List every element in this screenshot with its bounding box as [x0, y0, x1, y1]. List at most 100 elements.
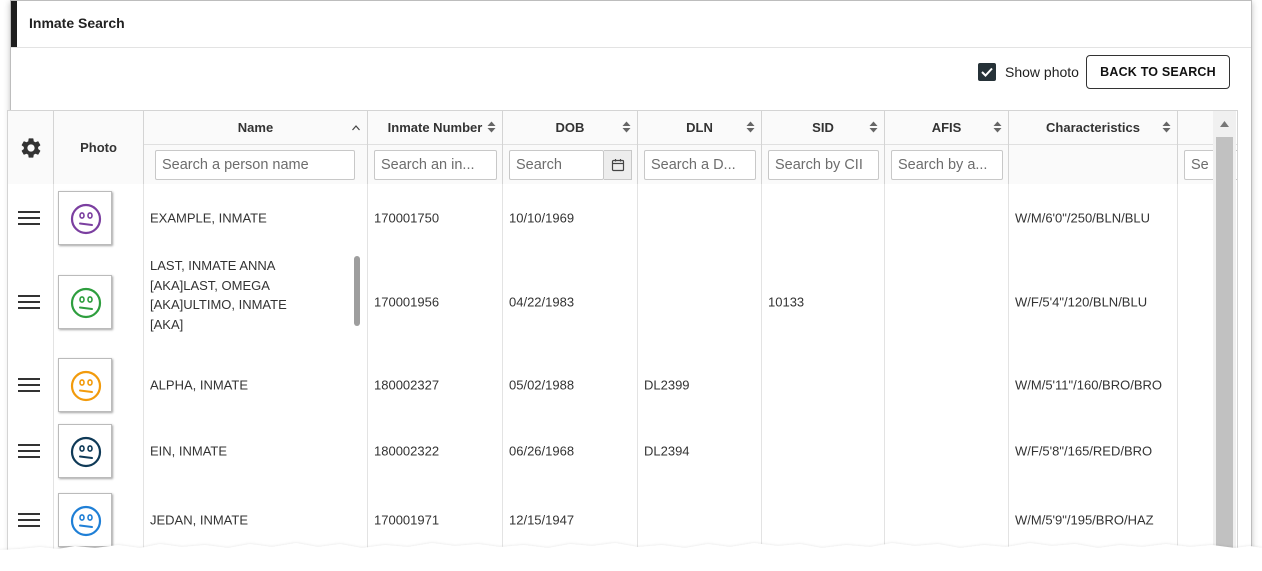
photo-cell — [54, 184, 144, 252]
name-cell-scrollbar[interactable] — [354, 256, 360, 326]
table-row[interactable]: EXAMPLE, INMATE 170001750 10/10/1969 W/M/6'… — [8, 184, 1213, 253]
column-header-sid[interactable]: SID — [762, 120, 884, 135]
inmate-photo[interactable] — [58, 191, 112, 245]
scrollbar-thumb[interactable] — [1216, 137, 1233, 556]
filter-row-divider — [1009, 144, 1177, 145]
dob-value: 06/26/1968 — [509, 443, 575, 459]
characteristics-value: W/F/5'4"/120/BLN/BLU — [1015, 294, 1148, 310]
column-header-inmate_number[interactable]: Inmate Number — [368, 120, 502, 135]
sid-cell — [762, 352, 885, 418]
column-header-characteristics[interactable]: Characteristics — [1009, 120, 1177, 135]
hamburger-menu-icon[interactable] — [18, 443, 40, 462]
dln-cell — [638, 252, 762, 352]
table-row[interactable]: LAST, INMATE ANNA [AKA]LAST, OMEGA [AKA]UL… — [8, 252, 1213, 353]
filter-input-afis[interactable] — [891, 150, 1003, 180]
filter-input-dob[interactable] — [509, 150, 604, 180]
show-photo-label[interactable]: Show photo — [1005, 64, 1079, 80]
dob-cell: 05/02/1988 — [503, 352, 638, 418]
dob-cell: 04/22/1983 — [503, 252, 638, 352]
inmate-number-value: 170001750 — [374, 210, 440, 226]
dln-value: DL2399 — [644, 377, 690, 393]
characteristics-value: W/M/5'11"/160/BRO/BRO — [1015, 377, 1163, 393]
header-cell-inmate_number: Inmate Number — [368, 111, 503, 184]
filter-row-divider — [885, 144, 1008, 145]
characteristics-cell: W/M/5'11"/160/BRO/BRO — [1009, 352, 1178, 418]
header-cell-name: Name — [144, 111, 368, 184]
inmate-number-cell: 170001956 — [368, 252, 503, 352]
afis-cell — [885, 252, 1009, 352]
afis-cell — [885, 418, 1009, 484]
results-grid: Photo NameInmate NumberDOBDLNSIDAFISChar… — [7, 110, 1238, 557]
header-cell-dln: DLN — [638, 111, 762, 184]
hamburger-menu-icon[interactable] — [18, 512, 40, 531]
header-cell-afis: AFIS — [885, 111, 1009, 184]
filter-row-divider — [762, 144, 884, 145]
inmate-photo[interactable] — [58, 424, 112, 478]
calendar-icon[interactable] — [604, 150, 632, 180]
sort-icon[interactable] — [993, 120, 1002, 138]
hamburger-menu-icon[interactable] — [18, 210, 40, 229]
dob-value: 05/02/1988 — [509, 377, 575, 393]
photo-header-cell: Photo — [54, 111, 144, 184]
scroll-up-arrow-icon[interactable] — [1219, 120, 1230, 128]
afis-cell — [885, 184, 1009, 252]
inmate-name: ALPHA, INMATE — [150, 377, 249, 393]
characteristics-value: W/M/5'9"/195/BRO/HAZ — [1015, 512, 1154, 528]
sid-value: 10133 — [768, 294, 805, 310]
sort-icon[interactable] — [746, 120, 755, 138]
column-header-dln[interactable]: DLN — [638, 120, 761, 135]
table-row[interactable]: EIN, INMATE 180002322 06/26/1968 DL2394 W/F/… — [8, 418, 1213, 485]
face-icon — [70, 505, 102, 537]
inmate-number-cell: 170001750 — [368, 184, 503, 252]
name-cell: EIN, INMATE — [144, 418, 368, 484]
characteristics-cell: W/M/6'0"/250/BLN/BLU — [1009, 184, 1178, 252]
dob-value: 10/10/1969 — [509, 210, 575, 226]
photo-cell — [54, 418, 144, 484]
filter-input-sid[interactable] — [768, 150, 879, 180]
hamburger-menu-icon[interactable] — [18, 294, 40, 313]
characteristics-value: W/M/6'0"/250/BLN/BLU — [1015, 210, 1150, 226]
dln-cell: DL2394 — [638, 418, 762, 484]
column-header-dob[interactable]: DOB — [503, 120, 637, 135]
face-icon — [70, 287, 102, 319]
filter-row-divider — [503, 144, 637, 145]
sort-icon[interactable] — [1162, 120, 1171, 138]
afis-cell — [885, 352, 1009, 418]
inmate-number-value: 170001956 — [374, 294, 440, 310]
back-to-search-button[interactable]: BACK TO SEARCH — [1086, 55, 1230, 89]
dob-cell: 10/10/1969 — [503, 184, 638, 252]
hamburger-menu-icon[interactable] — [18, 377, 40, 396]
sid-cell — [762, 418, 885, 484]
name-line: LAST, INMATE ANNA — [150, 258, 276, 273]
panel-header: Inmate Search — [11, 1, 1251, 48]
inmate-photo[interactable] — [58, 275, 112, 329]
name-cell: EXAMPLE, INMATE — [144, 184, 368, 252]
row-menu-cell — [8, 418, 54, 484]
grid-vertical-scrollbar[interactable] — [1213, 111, 1236, 556]
filter-input-name[interactable] — [155, 150, 355, 180]
photo-cell — [54, 352, 144, 418]
inmate-number-cell: 180002322 — [368, 418, 503, 484]
sort-icon[interactable] — [622, 120, 631, 138]
filter-row-divider — [144, 144, 367, 145]
filter-input-dln[interactable] — [644, 150, 756, 180]
face-icon — [70, 203, 102, 235]
inmate-number-cell: 180002327 — [368, 352, 503, 418]
photo-cell — [54, 252, 144, 352]
dln-value: DL2394 — [644, 443, 690, 459]
characteristics-value: W/F/5'8"/165/RED/BRO — [1015, 443, 1153, 459]
name-cell: ALPHA, INMATE — [144, 352, 368, 418]
filter-input-inmate_number[interactable] — [374, 150, 497, 180]
sort-icon[interactable] — [487, 120, 496, 138]
name-line: [AKA]LAST, OMEGA — [150, 277, 270, 293]
sort-icon[interactable] — [869, 120, 878, 138]
settings-header-cell — [8, 111, 54, 184]
dln-cell — [638, 184, 762, 252]
inmate-photo[interactable] — [58, 358, 112, 412]
sort-ascending-icon[interactable] — [351, 120, 361, 138]
column-header-name[interactable]: Name — [144, 120, 367, 135]
gear-icon[interactable] — [19, 136, 43, 160]
show-photo-checkbox[interactable] — [978, 63, 996, 81]
column-header-afis[interactable]: AFIS — [885, 120, 1008, 135]
table-row[interactable]: ALPHA, INMATE 180002327 05/02/1988 DL2399 W/… — [8, 352, 1213, 419]
